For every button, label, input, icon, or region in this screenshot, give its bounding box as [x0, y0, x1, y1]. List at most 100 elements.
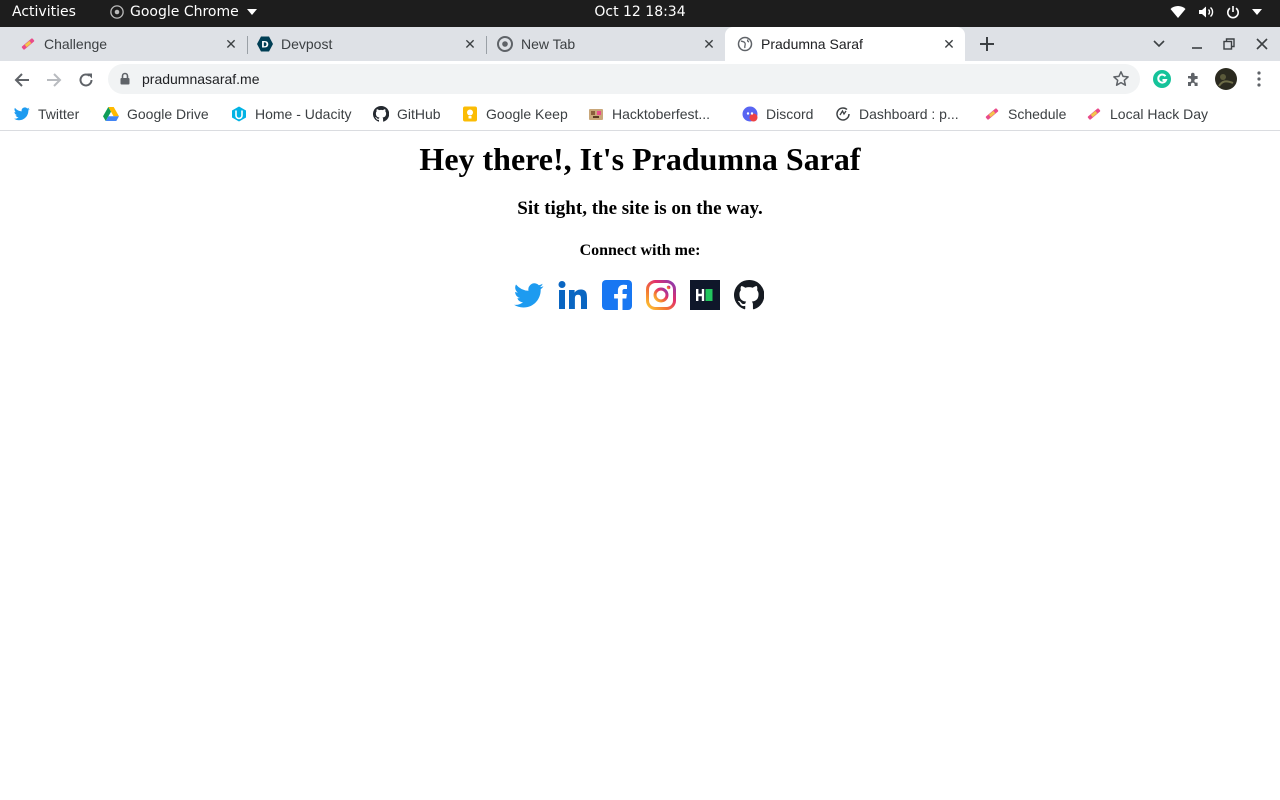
more-vert-icon: [1257, 71, 1261, 87]
grammarly-extension[interactable]: [1151, 68, 1173, 90]
bookmark-discord[interactable]: Discord: [742, 104, 813, 124]
close-icon[interactable]: ✕: [462, 36, 478, 52]
bookmark-udacity[interactable]: Home - Udacity: [231, 104, 351, 124]
github-icon: [373, 106, 389, 122]
linkedin-link[interactable]: [558, 280, 588, 310]
bookmark-label: Google Drive: [127, 106, 209, 122]
dashboard-icon: [835, 106, 851, 122]
chrome-favicon: [497, 36, 513, 52]
system-tray[interactable]: [1170, 5, 1262, 19]
close-icon[interactable]: ✕: [941, 36, 957, 52]
bookmark-label: Schedule: [1008, 106, 1067, 122]
minimize-button[interactable]: [1185, 32, 1209, 56]
hashnode-link[interactable]: [690, 280, 720, 310]
hacktoberfest-icon: [984, 106, 1000, 122]
new-tab-button[interactable]: [975, 32, 999, 56]
reload-button[interactable]: [73, 67, 99, 93]
devpost-favicon: D: [257, 36, 273, 52]
avatar-icon: [1215, 68, 1237, 90]
reload-icon: [79, 73, 93, 87]
twitter-icon: [514, 283, 544, 308]
lock-icon: [120, 72, 130, 85]
bookmark-google-keep[interactable]: Google Keep: [462, 104, 568, 124]
bookmark-label: Discord: [766, 106, 814, 122]
globe-favicon: [737, 36, 753, 52]
wifi-icon: [1170, 6, 1186, 19]
linkedin-icon: [558, 281, 587, 309]
close-window-button[interactable]: [1250, 32, 1274, 56]
udacity-icon: [231, 106, 247, 122]
tab-new-tab[interactable]: New Tab ✕: [477, 27, 725, 61]
bookmark-hacktoberfest[interactable]: Hacktoberfest...: [588, 104, 710, 124]
chevron-down-icon: [1153, 40, 1165, 48]
chrome-menu-button[interactable]: [1248, 68, 1270, 90]
app-name: Google Chrome: [130, 4, 239, 20]
social-links: [514, 280, 764, 310]
bookmark-google-drive[interactable]: Google Drive: [103, 104, 209, 124]
bookmark-label: Home - Udacity: [255, 106, 352, 122]
app-menu[interactable]: Google Chrome: [110, 4, 257, 20]
bookmark-star-icon[interactable]: [1112, 70, 1130, 88]
restore-button[interactable]: [1217, 32, 1241, 56]
tab-strip: Challenge ✕ D Devpost ✕ New Tab ✕ Pradum…: [0, 27, 1280, 61]
bookmark-dashboard[interactable]: Dashboard : p...: [835, 104, 959, 124]
twitter-link[interactable]: [514, 280, 544, 310]
tab-title: Pradumna Saraf: [761, 36, 863, 52]
tab-challenge[interactable]: Challenge ✕: [0, 27, 247, 61]
clock[interactable]: Oct 12 18:34: [594, 4, 685, 20]
tab-title: Devpost: [281, 36, 333, 52]
bookmark-label: Twitter: [38, 106, 80, 122]
plus-icon: [980, 37, 994, 51]
facebook-link[interactable]: [602, 280, 632, 310]
arrow-right-icon: [47, 73, 62, 87]
bookmark-github[interactable]: GitHub: [373, 104, 441, 124]
minimize-icon: [1192, 47, 1202, 49]
forward-button[interactable]: [41, 67, 67, 93]
tab-search-button[interactable]: [1147, 32, 1171, 56]
power-icon: [1227, 6, 1239, 19]
github-link[interactable]: [734, 280, 764, 310]
url-text: pradumnasaraf.me: [142, 71, 260, 87]
discord-icon: [742, 106, 758, 122]
page-content: Hey there!, It's Pradumna Saraf Sit tigh…: [0, 132, 1280, 800]
activities-button[interactable]: Activities: [12, 4, 76, 20]
bookmarks-bar: Twitter Google Drive Home - Udacity GitH…: [0, 98, 1280, 131]
bookmark-label: Dashboard : p...: [859, 106, 959, 122]
page-subtitle: Sit tight, the site is on the way.: [517, 198, 763, 219]
hacktoberfest-favicon: [20, 36, 36, 52]
chrome-icon: [110, 5, 124, 19]
address-bar[interactable]: pradumnasaraf.me: [108, 64, 1140, 94]
bookmark-label: GitHub: [397, 106, 441, 122]
bookmark-label: Hacktoberfest...: [612, 106, 711, 122]
google-drive-icon: [103, 106, 119, 122]
puzzle-icon: [1188, 72, 1198, 86]
extensions-button[interactable]: [1183, 68, 1205, 90]
back-button[interactable]: [9, 67, 35, 93]
github-icon: [734, 280, 764, 310]
twitter-icon: [14, 106, 30, 122]
bookmark-label: Google Keep: [486, 106, 568, 122]
bookmark-schedule[interactable]: Schedule: [984, 104, 1066, 124]
browser-toolbar: pradumnasaraf.me: [0, 61, 1280, 98]
bookmark-local-hack-day[interactable]: Local Hack Day: [1086, 104, 1208, 124]
system-top-bar: Activities Google Chrome Oct 12 18:34: [0, 0, 1280, 27]
bookmark-twitter[interactable]: Twitter: [14, 104, 79, 124]
page-title: Hey there!, It's Pradumna Saraf: [419, 141, 861, 177]
facebook-icon: [602, 280, 632, 310]
profile-avatar[interactable]: [1214, 67, 1238, 91]
restore-icon: [1223, 38, 1235, 50]
volume-icon: [1199, 6, 1214, 18]
arrow-left-icon: [14, 73, 29, 87]
hacktoberfest-icon: [1086, 106, 1102, 122]
tab-devpost[interactable]: D Devpost ✕: [237, 27, 486, 61]
close-icon[interactable]: ✕: [701, 36, 717, 52]
instagram-link[interactable]: [646, 280, 676, 310]
bookmark-label: Local Hack Day: [1110, 106, 1209, 122]
tab-title: Challenge: [44, 36, 108, 52]
instagram-icon: [646, 280, 676, 310]
hashnode-icon: [690, 280, 720, 310]
tab-pradumna-saraf[interactable]: Pradumna Saraf ✕: [725, 27, 965, 61]
caret-down-icon: [1252, 9, 1262, 15]
caret-down-icon: [246, 9, 257, 15]
grammarly-icon: [1153, 70, 1171, 88]
